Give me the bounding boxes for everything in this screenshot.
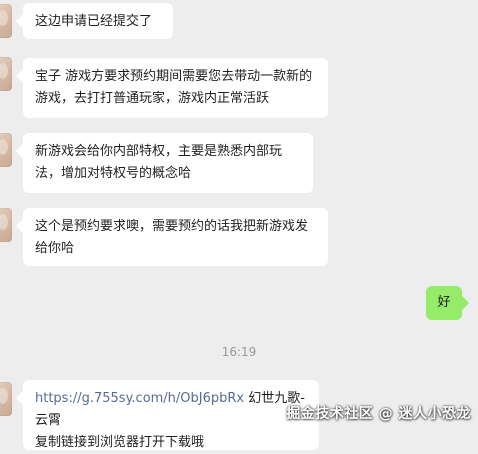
contact-avatar[interactable] (0, 208, 12, 242)
incoming-message-bubble-1[interactable]: 这边申请已经提交了 (23, 3, 173, 39)
download-link[interactable]: https://g.755sy.com/h/ObJ6pbRx (35, 391, 244, 406)
incoming-message-bubble-3[interactable]: 新游戏会给你内部特权，主要是熟悉内部玩法，增加对特权号的概念哈 (23, 133, 313, 193)
watermark-text: 掘金技术社区 @ 迷人小恐龙 (286, 406, 471, 422)
contact-avatar[interactable] (0, 382, 12, 416)
message-text-3: 新游戏会给你内部特权，主要是熟悉内部玩法，增加对特权号的概念哈 (35, 144, 283, 181)
message-text-1: 这边申请已经提交了 (35, 14, 153, 29)
message-text-2: 宝子 游戏方要求预约期间需要您去带动一款新的游戏，去打打普通玩家，游戏内正常活跃 (35, 69, 313, 106)
outgoing-message-bubble[interactable]: 好 (426, 286, 462, 320)
message-timestamp: 16:19 (221, 345, 257, 359)
outgoing-message-text: 好 (437, 295, 451, 310)
contact-avatar[interactable] (0, 4, 12, 38)
incoming-message-bubble-2[interactable]: 宝子 游戏方要求预约期间需要您去带动一款新的游戏，去打打普通玩家，游戏内正常活跃 (23, 58, 328, 118)
contact-avatar[interactable] (0, 57, 12, 91)
copy-link-instruction: 复制链接到浏览器打开下载哦 (35, 435, 205, 450)
incoming-message-bubble-4[interactable]: 这个是预约要求噢，需要预约的话我把新游戏发给你哈 (23, 208, 328, 266)
contact-avatar[interactable] (0, 133, 12, 167)
message-text-4: 这个是预约要求噢，需要预约的话我把新游戏发给你哈 (35, 219, 309, 256)
incoming-link-message-bubble[interactable]: https://g.755sy.com/h/ObJ6pbRx 幻世九歌-云霄 复… (23, 380, 319, 450)
